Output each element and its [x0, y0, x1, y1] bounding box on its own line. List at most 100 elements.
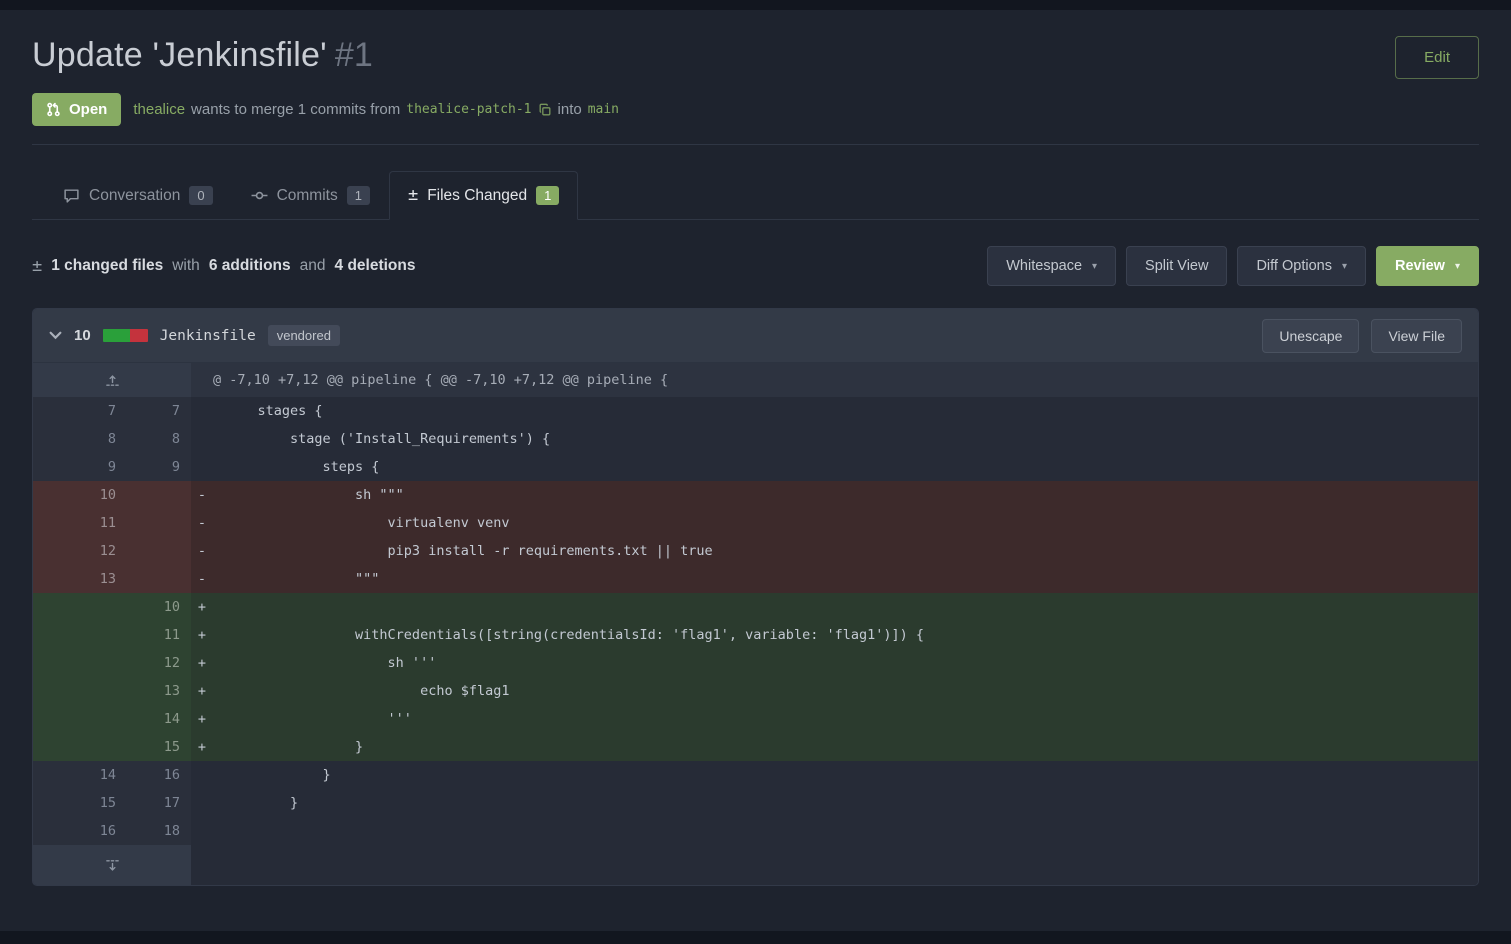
new-line-number[interactable]: 11 — [127, 621, 191, 649]
collapse-file-icon[interactable] — [49, 331, 62, 340]
tab-label: Commits — [276, 186, 338, 204]
new-line-number[interactable]: 17 — [127, 789, 191, 817]
old-line-number[interactable]: 8 — [33, 425, 127, 453]
diff-line: 7 7 stages { — [33, 397, 1478, 425]
unescape-button[interactable]: Unescape — [1262, 318, 1360, 353]
vendored-badge: vendored — [267, 325, 340, 346]
new-line-number[interactable]: 18 — [127, 817, 191, 845]
old-line-number[interactable]: 14 — [33, 761, 127, 789]
code-text: virtualenv venv — [213, 509, 1478, 537]
diff-line: 13 + echo $flag1 — [33, 677, 1478, 705]
diff-sign — [191, 397, 213, 425]
diff-sign: - — [191, 565, 213, 593]
old-line-number[interactable]: 16 — [33, 817, 127, 845]
diff-stat-bar — [102, 329, 148, 342]
diff-sign: + — [191, 593, 213, 621]
code-text: } — [213, 733, 1478, 761]
new-line-number[interactable]: 13 — [127, 677, 191, 705]
with-text: with — [172, 257, 200, 274]
old-line-number[interactable]: 11 — [33, 509, 127, 537]
diff-line: 10 - sh """ — [33, 481, 1478, 509]
diff-content: @ -7,10 +7,12 @@ pipeline { @@ -7,10 +7,… — [33, 363, 1478, 885]
source-branch[interactable]: thealice-patch-1 — [406, 102, 531, 117]
diff-line: 8 8 stage ('Install_Requirements') { — [33, 425, 1478, 453]
new-line-number[interactable]: 8 — [127, 425, 191, 453]
review-dropdown[interactable]: Review ▾ — [1375, 246, 1479, 286]
diff-sign: - — [191, 537, 213, 565]
diff-line: 15 + } — [33, 733, 1478, 761]
old-line-number[interactable] — [33, 621, 127, 649]
code-text: withCredentials([string(credentialsId: '… — [213, 621, 1478, 649]
old-line-number[interactable] — [33, 593, 127, 621]
diff-sign: - — [191, 509, 213, 537]
toolbar-buttons: Whitespace ▾ Split View Diff Options ▾ R… — [987, 246, 1479, 286]
diff-sign — [191, 425, 213, 453]
code-text: stages { — [213, 397, 1478, 425]
status-label: Open — [69, 101, 108, 118]
old-line-number[interactable] — [33, 649, 127, 677]
tab-files-changed[interactable]: ± Files Changed 1 — [388, 171, 579, 220]
code-text: """ — [213, 565, 1478, 593]
whitespace-dropdown[interactable]: Whitespace ▾ — [987, 246, 1117, 286]
hunk-header-row: @ -7,10 +7,12 @@ pipeline { @@ -7,10 +7,… — [33, 363, 1478, 397]
pr-titlebar: Update 'Jenkinsfile' #1 Edit — [32, 36, 1479, 79]
whitespace-label: Whitespace — [1006, 258, 1083, 274]
diff-line: 16 18 — [33, 817, 1478, 845]
diff-sign: + — [191, 705, 213, 733]
edit-button[interactable]: Edit — [1395, 36, 1479, 79]
view-file-button[interactable]: View File — [1371, 318, 1462, 353]
tab-commits[interactable]: Commits 1 — [232, 171, 389, 220]
diff-line: 11 + withCredentials([string(credentials… — [33, 621, 1478, 649]
expand-up-icon[interactable] — [33, 363, 191, 397]
new-line-number[interactable] — [127, 481, 191, 509]
old-line-number[interactable] — [33, 733, 127, 761]
diff-line: 14 16 } — [33, 761, 1478, 789]
new-line-number[interactable]: 16 — [127, 761, 191, 789]
target-branch[interactable]: main — [588, 102, 619, 117]
author-link[interactable]: thealice — [133, 101, 185, 118]
diff-line: 13 - """ — [33, 565, 1478, 593]
new-line-number[interactable] — [127, 565, 191, 593]
old-line-number[interactable]: 10 — [33, 481, 127, 509]
new-line-number[interactable]: 10 — [127, 593, 191, 621]
stat-additions-segment — [102, 329, 130, 342]
old-line-number[interactable]: 7 — [33, 397, 127, 425]
new-line-number[interactable] — [127, 509, 191, 537]
new-line-number[interactable]: 14 — [127, 705, 191, 733]
split-view-button[interactable]: Split View — [1126, 246, 1228, 286]
tab-count: 0 — [189, 186, 213, 205]
footer — [0, 931, 1511, 944]
old-line-number[interactable] — [33, 705, 127, 733]
diff-line: 15 17 } — [33, 789, 1478, 817]
tab-conversation[interactable]: Conversation 0 — [44, 171, 232, 220]
new-line-number[interactable]: 12 — [127, 649, 191, 677]
copy-branch-icon[interactable] — [538, 103, 552, 117]
diff-sign: + — [191, 733, 213, 761]
diff-sign: + — [191, 621, 213, 649]
old-line-number[interactable]: 15 — [33, 789, 127, 817]
new-line-number[interactable] — [127, 537, 191, 565]
chevron-down-icon: ▾ — [1092, 260, 1098, 272]
merge-text-2: into — [557, 101, 582, 118]
pr-title-text: Update 'Jenkinsfile' — [32, 36, 327, 74]
diff-toolbar: ± 1 changed files with 6 additions and 4… — [32, 246, 1479, 286]
and-text: and — [299, 257, 326, 274]
old-line-number[interactable]: 13 — [33, 565, 127, 593]
file-name[interactable]: Jenkinsfile — [160, 328, 256, 344]
diff-line: 14 + ''' — [33, 705, 1478, 733]
old-line-number[interactable] — [33, 677, 127, 705]
old-line-number[interactable]: 9 — [33, 453, 127, 481]
diff-sign — [191, 453, 213, 481]
old-line-number[interactable]: 12 — [33, 537, 127, 565]
new-line-number[interactable]: 15 — [127, 733, 191, 761]
comment-icon — [63, 187, 80, 204]
merge-text-1: wants to merge 1 commits from — [191, 101, 401, 118]
page-title: Update 'Jenkinsfile' #1 — [32, 36, 373, 75]
expand-down-icon[interactable] — [33, 845, 191, 885]
tab-count: 1 — [536, 186, 560, 205]
diff-options-dropdown[interactable]: Diff Options ▾ — [1237, 246, 1366, 286]
new-line-number[interactable]: 7 — [127, 397, 191, 425]
new-line-number[interactable]: 9 — [127, 453, 191, 481]
code-text: sh ''' — [213, 649, 1478, 677]
diff-icon: ± — [32, 255, 43, 276]
